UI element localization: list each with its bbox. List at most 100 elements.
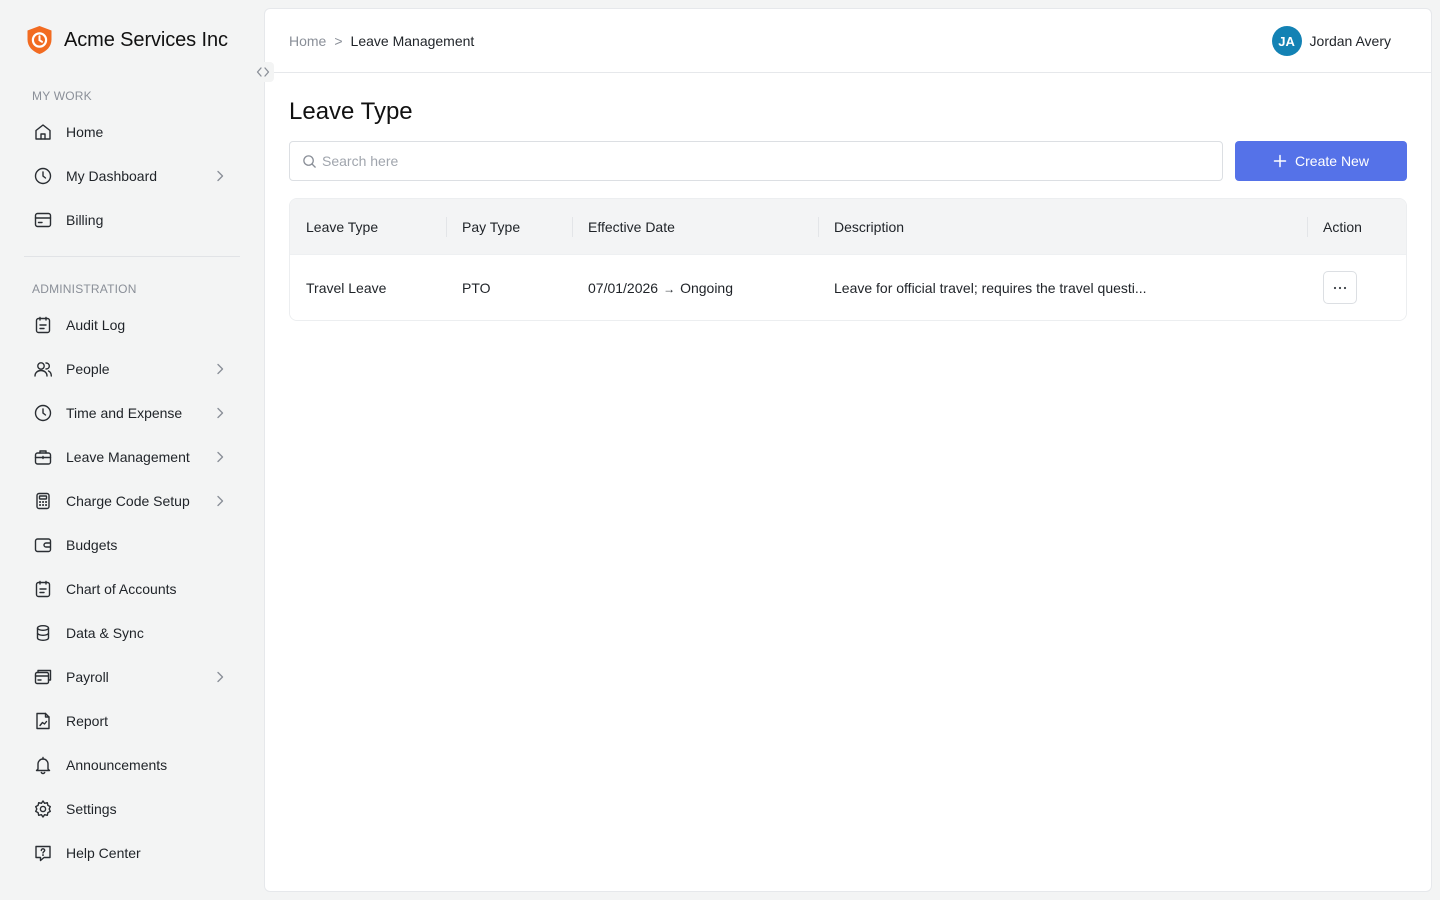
section-label-administration: ADMINISTRATION [32, 282, 137, 296]
section-label-my-work: MY WORK [32, 89, 92, 103]
cell-pay-type: PTO [462, 280, 491, 296]
column-divider [1307, 217, 1308, 237]
leave-type-table: Leave Type Pay Type Effective Date Descr… [289, 198, 1407, 321]
more-horizontal-icon [1333, 286, 1347, 289]
brand[interactable]: Acme Services Inc [26, 25, 228, 55]
sidebar-item-label: Time and Expense [66, 405, 183, 421]
breadcrumb-home-link[interactable]: Home [289, 33, 326, 49]
sidebar-item-settings[interactable]: Settings [24, 791, 240, 827]
sidebar-item-label: Payroll [66, 669, 109, 685]
column-header-leave-type[interactable]: Leave Type [306, 199, 378, 254]
chevron-right-icon [217, 407, 224, 419]
clock-icon [33, 166, 53, 186]
column-divider [572, 217, 573, 237]
sidebar-item-label: Data & Sync [66, 625, 144, 641]
sidebar-item-label: Billing [66, 212, 104, 228]
user-name: Jordan Avery [1309, 33, 1391, 49]
sidebar-item-label: Audit Log [66, 317, 126, 333]
sidebar-item-payroll[interactable]: Payroll [24, 659, 240, 695]
sidebar-item-label: Announcements [66, 757, 168, 773]
arrow-right-icon: → [663, 282, 676, 296]
cell-effective-date: 07/01/2026 → Ongoing [588, 255, 734, 320]
database-icon [33, 623, 53, 643]
column-header-description[interactable]: Description [834, 199, 904, 254]
sidebar-item-label: Budgets [66, 537, 118, 553]
sidebar-item-label: Leave Management [66, 449, 190, 465]
sidebar-item-budgets[interactable]: Budgets [24, 527, 240, 563]
sidebar-item-data-sync[interactable]: Data & Sync [24, 615, 240, 651]
sidebar-item-charge-code-setup[interactable]: Charge Code Setup [24, 483, 240, 519]
sidebar-item-label: People [66, 361, 110, 377]
chevron-right-icon [217, 495, 224, 507]
effective-start: 07/01/2026 [588, 280, 659, 296]
sidebar-item-chart-of-accounts[interactable]: Chart of Accounts [24, 571, 240, 607]
sidebar-item-label: Report [66, 713, 109, 729]
sidebar-item-billing[interactable]: Billing [24, 202, 240, 238]
effective-end: Ongoing [680, 280, 734, 296]
create-new-label: Create New [1295, 153, 1369, 169]
clipboard-list-icon [33, 579, 53, 599]
sidebar-item-leave-management[interactable]: Leave Management [24, 439, 240, 475]
sidebar-item-audit-log[interactable]: Audit Log [24, 307, 240, 343]
sidebar-item-home[interactable]: Home [24, 114, 240, 150]
clipboard-icon [33, 315, 53, 335]
chevron-right-icon [217, 671, 224, 683]
briefcase-icon [33, 447, 53, 467]
cell-description: Leave for official travel; requires the … [834, 280, 1147, 296]
sidebar-item-label: Help Center [66, 845, 141, 861]
sidebar-item-announcements[interactable]: Announcements [24, 747, 240, 783]
sidebar-item-my-dashboard[interactable]: My Dashboard [24, 158, 240, 194]
sidebar: Acme Services Inc MY WORK Home My Dashbo… [0, 0, 274, 900]
table-header: Leave Type Pay Type Effective Date Descr… [290, 199, 1406, 254]
sidebar-item-label: Settings [66, 801, 117, 817]
chevron-right-icon [217, 451, 224, 463]
code-chevrons-icon [256, 67, 270, 77]
create-new-button[interactable]: Create New [1235, 141, 1407, 181]
sidebar-item-label: Charge Code Setup [66, 493, 190, 509]
billing-icon [33, 210, 53, 230]
collapse-sidebar-button[interactable] [252, 62, 274, 82]
gear-icon [33, 799, 53, 819]
row-actions-button[interactable] [1323, 271, 1357, 304]
breadcrumb: Home > Leave Management [289, 33, 474, 49]
sidebar-divider [24, 256, 240, 257]
sidebar-item-label: Chart of Accounts [66, 581, 177, 597]
cell-leave-type: Travel Leave [306, 280, 387, 296]
chevron-right-icon [217, 170, 224, 182]
column-header-action: Action [1323, 218, 1362, 235]
top-bar: Home > Leave Management JA Jordan Avery [265, 9, 1431, 73]
calculator-icon [33, 491, 53, 511]
shield-clock-icon [27, 26, 52, 54]
sidebar-item-help-center[interactable]: Help Center [24, 835, 240, 871]
bell-icon [33, 755, 53, 775]
help-icon [33, 843, 53, 863]
wallet-icon [33, 535, 53, 555]
users-icon [33, 359, 53, 379]
brand-name: Acme Services Inc [64, 28, 228, 51]
home-icon [33, 122, 53, 142]
column-divider [818, 217, 819, 237]
avatar: JA [1271, 26, 1302, 56]
column-divider [446, 217, 447, 237]
breadcrumb-current: Leave Management [350, 33, 475, 49]
search-input[interactable] [322, 153, 1202, 169]
search-box [289, 141, 1223, 181]
user-menu[interactable]: JA Jordan Avery [1271, 26, 1391, 56]
sidebar-item-time-and-expense[interactable]: Time and Expense [24, 395, 240, 431]
chevron-right-icon [217, 363, 224, 375]
search-icon [303, 154, 316, 168]
sidebar-item-label: Home [66, 124, 104, 140]
table-row[interactable]: Travel Leave PTO 07/01/2026 → Ongoing Le… [290, 254, 1406, 320]
plus-icon [1273, 154, 1287, 168]
breadcrumb-separator: > [334, 33, 343, 49]
report-icon [33, 711, 53, 731]
page-title: Leave Type [289, 98, 413, 125]
clock-icon [33, 403, 53, 423]
sidebar-item-report[interactable]: Report [24, 703, 240, 739]
payroll-icon [33, 667, 53, 687]
sidebar-item-people[interactable]: People [24, 351, 240, 387]
column-header-effective-date[interactable]: Effective Date [588, 199, 675, 254]
main-panel: Home > Leave Management JA Jordan Avery … [264, 8, 1432, 892]
sidebar-item-label: My Dashboard [66, 168, 158, 184]
column-header-pay-type[interactable]: Pay Type [462, 199, 520, 254]
